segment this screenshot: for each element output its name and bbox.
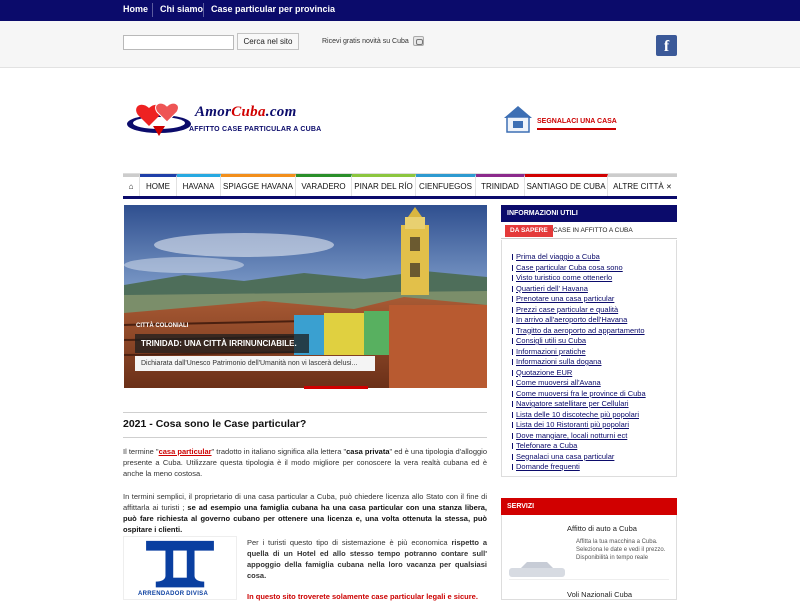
article-paragraph-2: In termini semplici, il proprietario di … <box>123 492 487 534</box>
casa-particular-link[interactable]: casa particular <box>159 447 212 456</box>
topnav-home-link[interactable]: Home <box>123 4 148 14</box>
search-button[interactable]: Cerca nel sito <box>237 33 299 50</box>
info-link-item[interactable]: Segnalaci una casa particular <box>511 452 614 461</box>
top-navigation-bar: Home Chi siamo Case particular per provi… <box>0 0 800 21</box>
slider-title[interactable]: TRINIDAD: UNA CITTÀ IRRINUNCIABILE. <box>135 334 309 353</box>
info-widget-header: INFORMAZIONI UTILI <box>501 205 677 222</box>
services-header: SERVIZI <box>501 498 677 515</box>
info-link-item[interactable]: Consigli utili su Cuba <box>511 336 586 345</box>
slider-progress-bar <box>304 386 368 389</box>
info-link-item[interactable]: Navigatore satellitare per Cellulari <box>512 399 629 408</box>
menu-item-home[interactable]: HOME <box>140 174 177 197</box>
divider <box>509 579 669 580</box>
divider <box>123 412 487 413</box>
info-link-item[interactable]: Quotazione EUR <box>511 368 572 377</box>
report-underline <box>537 128 616 130</box>
domestic-flights-title[interactable]: Voli Nazionali Cuba <box>567 590 632 599</box>
info-link-item[interactable]: Come muoversi all'Avana <box>512 378 601 387</box>
mail-icon[interactable] <box>413 36 424 46</box>
arrendador-divisa-label: ARRENDADOR DIVISA <box>138 591 209 597</box>
search-input[interactable] <box>123 35 234 50</box>
menu-item-spiagge-havana[interactable]: SPIAGGE HAVANA <box>221 174 296 197</box>
car-rental-description: Affitta la tua macchina a Cuba. Selezion… <box>576 539 666 561</box>
info-link-item[interactable]: Prezzi case particular e qualità <box>511 305 618 314</box>
car-rental-icon[interactable] <box>507 560 567 580</box>
menu-item-cienfuegos[interactable]: CIENFUEGOS <box>416 174 476 197</box>
slider-category: CITTÀ COLONIALI <box>136 323 189 329</box>
info-link-item[interactable]: Prenotare una casa particular <box>511 294 614 303</box>
topnav-separator <box>152 3 153 17</box>
info-link-item[interactable]: Lista delle 10 discoteche più popolari <box>512 410 639 419</box>
facebook-icon[interactable]: f <box>656 35 677 56</box>
logo-wordmark: AmorCuba.com <box>195 104 297 120</box>
info-link-item[interactable]: Lista dei 10 Ristoranti più popolari <box>512 420 629 429</box>
info-link-item[interactable]: Case particular Cuba cosa sono <box>512 263 623 272</box>
info-link-item[interactable]: Domande frequenti <box>512 462 580 471</box>
topnav-provincia-link[interactable]: Case particular per provincia <box>211 4 335 14</box>
info-link-item[interactable]: In arrivo all'aeroporto dell'Havana <box>511 315 627 324</box>
menu-item-altre-citta[interactable]: ALTRE CITTÀ ✕ <box>608 174 677 197</box>
info-link-item[interactable]: Telefonare a Cuba <box>511 441 577 450</box>
report-house-button[interactable]: SEGNALACI UNA CASA <box>537 118 617 125</box>
menu-item-santiago-de-cuba[interactable]: SANTIAGO DE CUBA <box>525 174 608 197</box>
info-link-item[interactable]: Dove mangiare, locali notturni ect <box>511 431 627 440</box>
info-link-item[interactable]: Tragitto da aeroporto ad appartamento <box>512 326 645 335</box>
divider <box>123 437 487 438</box>
article-paragraph-1: Il termine "casa particular" tradotto in… <box>123 447 488 478</box>
main-menu: ⌂ HOME HAVANA SPIAGGE HAVANA VARADERO PI… <box>123 173 677 199</box>
topnav-separator <box>203 3 204 17</box>
article-title: 2021 - Cosa sono le Case particular? <box>123 418 307 430</box>
info-link-item[interactable]: Informazioni pratiche <box>512 347 586 356</box>
article-paragraph-3: Per i turisti questo tipo di sistemazion… <box>247 538 487 580</box>
info-link-item[interactable]: Come muoversi fra le province di Cuba <box>512 389 646 398</box>
car-rental-title[interactable]: Affitto di auto a Cuba <box>567 524 637 533</box>
info-link-item[interactable]: Visto turistico come ottenerlo <box>511 273 612 282</box>
menu-item-varadero[interactable]: VARADERO <box>296 174 352 197</box>
tab-case-in-affitto[interactable]: CASE IN AFFITTO A CUBA <box>553 225 633 237</box>
menu-item-havana[interactable]: HAVANA <box>177 174 221 197</box>
home-icon[interactable]: ⌂ <box>123 174 140 197</box>
info-link-item[interactable]: Prima del viaggio a Cuba <box>512 252 600 261</box>
info-link-item[interactable]: Informazioni sulla dogana <box>511 357 601 366</box>
newsletter-link[interactable]: Ricevi gratis novità su Cuba <box>322 38 409 45</box>
menu-underline <box>123 196 677 199</box>
tab-da-sapere[interactable]: DA SAPERE <box>505 225 553 237</box>
info-link-item[interactable]: Quartieri dell' Havana <box>512 284 588 293</box>
logo-tagline: AFFITTO CASE PARTICULAR A CUBA <box>189 126 322 133</box>
slider-description: Dichiarata dall'Unesco Patrimonio dell'U… <box>135 356 375 371</box>
topnav-chi-siamo-link[interactable]: Chi siamo <box>160 4 203 14</box>
menu-item-trinidad[interactable]: TRINIDAD <box>476 174 525 197</box>
menu-item-pinar-del-rio[interactable]: PINAR DEL RÍO <box>352 174 416 197</box>
